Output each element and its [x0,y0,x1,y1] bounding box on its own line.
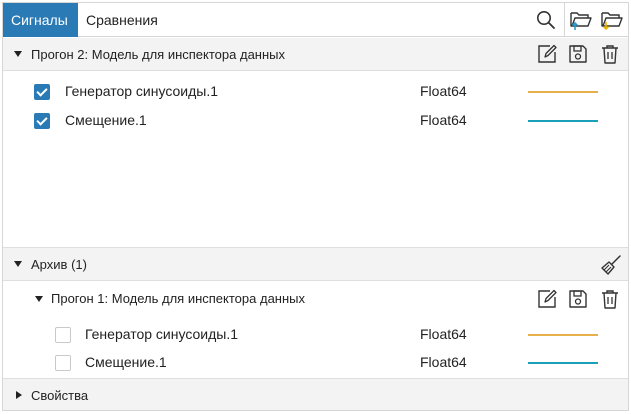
archive-title: Архив [31,257,68,272]
signal-checkbox[interactable] [34,84,50,100]
expand-triangle-icon[interactable] [16,391,22,399]
signal-name: Генератор синусоиды.1 [65,83,218,99]
signal-name: Смещение.1 [85,354,167,370]
folder-open-upload-icon[interactable] [566,3,596,37]
signal-name: Смещение.1 [65,112,147,128]
delete-icon[interactable] [597,286,623,312]
signal-type: Float64 [420,112,467,128]
signal-row[interactable]: Смещение.1 Float64 [3,348,628,377]
signal-name: Генератор синусоиды.1 [85,326,238,342]
signal-line-style[interactable] [528,91,598,93]
tab-signals[interactable]: Сигналы [3,3,78,37]
collapse-triangle-icon[interactable] [14,261,22,267]
folder-open-download-icon[interactable] [597,3,627,37]
run2-header[interactable]: Прогон 2: Модель для инспектора данных [3,38,628,71]
signal-type: Float64 [420,354,467,370]
signal-line-style[interactable] [528,334,598,336]
save-icon[interactable] [565,41,591,67]
tab-bar: Сигналы Сравнения [3,3,628,37]
save-icon[interactable] [565,286,591,312]
signal-row[interactable]: Смещение.1 Float64 [3,106,628,135]
signal-checkbox[interactable] [55,327,71,343]
collapse-triangle-icon[interactable] [14,51,22,57]
properties-title: Свойства [31,388,89,403]
signal-row[interactable]: Генератор синусоиды.1 Float64 [3,320,628,349]
run1-header[interactable]: Прогон 1: Модель для инспектора данных [3,282,628,316]
signal-checkbox[interactable] [34,113,50,129]
collapse-triangle-icon[interactable] [35,296,43,302]
signal-checkbox[interactable] [55,355,71,371]
edit-icon[interactable] [534,286,560,312]
delete-icon[interactable] [597,41,623,67]
archive-count: (1) [71,257,87,272]
edit-icon[interactable] [534,41,560,67]
data-inspector-panel: Сигналы Сравнения Прогон 2: Модель для и… [2,2,629,411]
toolbar-separator [564,3,565,37]
tab-comparisons[interactable]: Сравнения [78,3,166,37]
run1-title: Прогон 1: Модель для инспектора данных [51,291,306,306]
search-icon[interactable] [531,3,561,37]
signal-line-style[interactable] [528,362,598,364]
signal-type: Float64 [420,326,467,342]
run2-title: Прогон 2: Модель для инспектора данных [31,47,286,62]
broom-icon[interactable] [598,252,624,278]
signal-row[interactable]: Генератор синусоиды.1 Float64 [3,77,628,106]
signal-type: Float64 [420,83,467,99]
properties-header[interactable]: Свойства [3,379,628,410]
signal-line-style[interactable] [528,120,598,122]
archive-header[interactable]: Архив (1) [3,248,628,281]
